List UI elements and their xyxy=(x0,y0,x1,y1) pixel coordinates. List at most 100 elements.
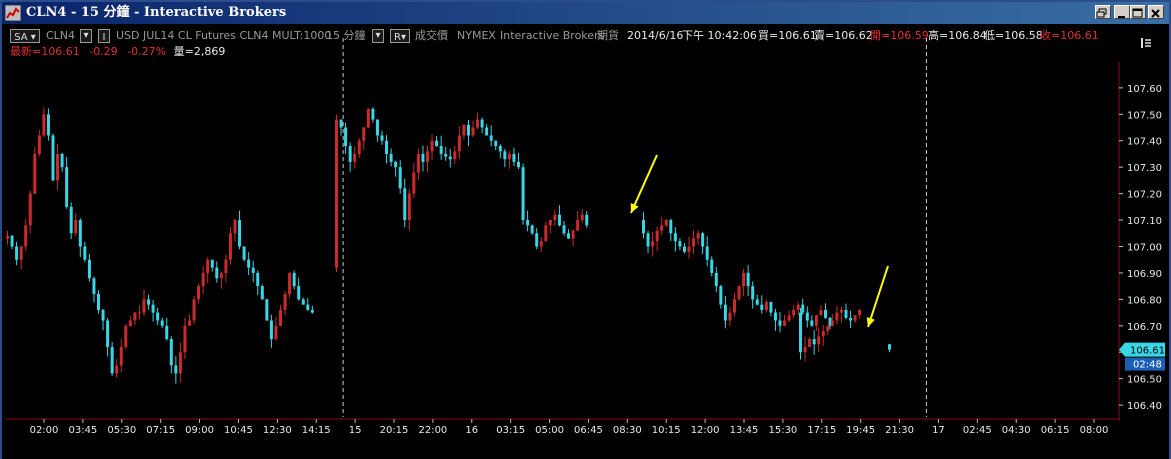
candle xyxy=(160,320,164,326)
candle xyxy=(206,259,210,273)
candle xyxy=(701,233,705,247)
candle xyxy=(830,320,834,326)
x-tick-label: 13:45 xyxy=(730,425,759,436)
candle xyxy=(503,151,507,160)
candle xyxy=(808,339,812,347)
candle xyxy=(498,146,502,152)
chart-area[interactable]: SA ▾ CLN4 ▾ I USD JUL14 CL Futures CLN4 … xyxy=(2,24,1169,459)
candle xyxy=(512,153,516,162)
candle xyxy=(28,193,32,226)
candle xyxy=(110,346,114,374)
candle xyxy=(297,286,301,300)
candle xyxy=(142,299,146,313)
annotation-arrow-2 xyxy=(867,265,889,328)
candle xyxy=(553,214,557,221)
candle xyxy=(115,365,119,374)
x-tick-label: 19:45 xyxy=(846,425,875,436)
candle xyxy=(251,267,255,273)
candle xyxy=(416,153,420,173)
y-tick-label: 106.80 xyxy=(1127,295,1162,306)
candle xyxy=(106,320,110,347)
candle xyxy=(87,259,91,279)
x-tick-label: 02:45 xyxy=(963,425,992,436)
candle xyxy=(178,352,182,374)
y-tick-label: 107.30 xyxy=(1127,163,1162,174)
candle xyxy=(751,286,755,300)
candle xyxy=(642,220,645,234)
candle xyxy=(265,299,269,321)
minimize-button[interactable] xyxy=(1114,5,1130,19)
candle xyxy=(476,119,480,128)
candle xyxy=(548,220,552,226)
x-tick-label: 08:00 xyxy=(1080,425,1109,436)
candle xyxy=(792,309,796,316)
candle xyxy=(526,220,530,226)
y-tick-label: 107.20 xyxy=(1127,190,1162,201)
candle xyxy=(348,146,352,162)
candle xyxy=(651,241,655,247)
candle xyxy=(737,286,741,300)
y-tick-label: 107.40 xyxy=(1127,137,1162,148)
maximize-icon xyxy=(1132,8,1143,18)
maximize-button[interactable] xyxy=(1130,5,1146,19)
candle xyxy=(824,309,827,318)
candle xyxy=(669,220,673,234)
title-bar[interactable]: CLN4 - 15 分鐘 - Interactive Brokers xyxy=(2,2,1169,24)
x-tick-label: 15:30 xyxy=(768,425,797,436)
candle xyxy=(489,135,493,141)
candle xyxy=(803,346,807,353)
y-tick-label: 107.50 xyxy=(1127,110,1162,121)
candle xyxy=(801,304,805,313)
x-tick-label: 05:30 xyxy=(107,425,136,436)
candle xyxy=(821,331,825,337)
candle xyxy=(799,312,802,353)
candle xyxy=(366,109,370,128)
candle xyxy=(279,309,282,326)
candle xyxy=(375,119,379,136)
candle xyxy=(147,299,151,305)
candle xyxy=(805,312,809,321)
x-tick-label: 12:00 xyxy=(691,425,720,436)
restore-button[interactable] xyxy=(1095,5,1111,19)
candle xyxy=(260,286,264,300)
x-tick-label: 08:30 xyxy=(613,425,642,436)
candle xyxy=(269,320,273,340)
candle xyxy=(692,238,696,247)
candle xyxy=(92,278,96,295)
y-tick-label: 106.40 xyxy=(1127,401,1162,412)
candle xyxy=(719,286,723,305)
candle xyxy=(682,246,686,252)
candle xyxy=(357,140,361,154)
candle xyxy=(228,233,232,260)
candle xyxy=(137,312,141,314)
candle xyxy=(183,325,187,353)
candle xyxy=(517,161,520,168)
candle xyxy=(165,325,169,340)
candle xyxy=(646,233,650,247)
x-tick-label: 22:00 xyxy=(418,425,447,436)
candle xyxy=(539,241,543,247)
x-tick-label: 10:45 xyxy=(224,425,253,436)
candle xyxy=(485,127,489,136)
y-tick-label: 106.50 xyxy=(1127,375,1162,386)
price-chart[interactable]: 107.60 107.50 107.40 107.30 107.20 107.10 107.… xyxy=(2,24,1169,459)
candle xyxy=(101,309,105,321)
x-tick-label: 07:15 xyxy=(146,425,175,436)
last-price-tag-label: 106.61 xyxy=(1130,346,1165,357)
y-tick-label: 107.10 xyxy=(1127,216,1162,227)
candle xyxy=(471,127,475,136)
candle xyxy=(849,317,853,321)
x-tick-label: 15 xyxy=(349,425,362,436)
candle xyxy=(201,272,205,287)
candle xyxy=(371,109,375,120)
candle xyxy=(197,286,201,300)
candle xyxy=(571,230,575,239)
close-button[interactable] xyxy=(1148,5,1164,19)
candle xyxy=(33,153,37,194)
candle xyxy=(385,140,389,154)
candle xyxy=(817,336,821,345)
candle xyxy=(585,214,589,226)
candle xyxy=(65,167,69,207)
close-icon xyxy=(1151,9,1160,18)
candle xyxy=(733,299,736,313)
